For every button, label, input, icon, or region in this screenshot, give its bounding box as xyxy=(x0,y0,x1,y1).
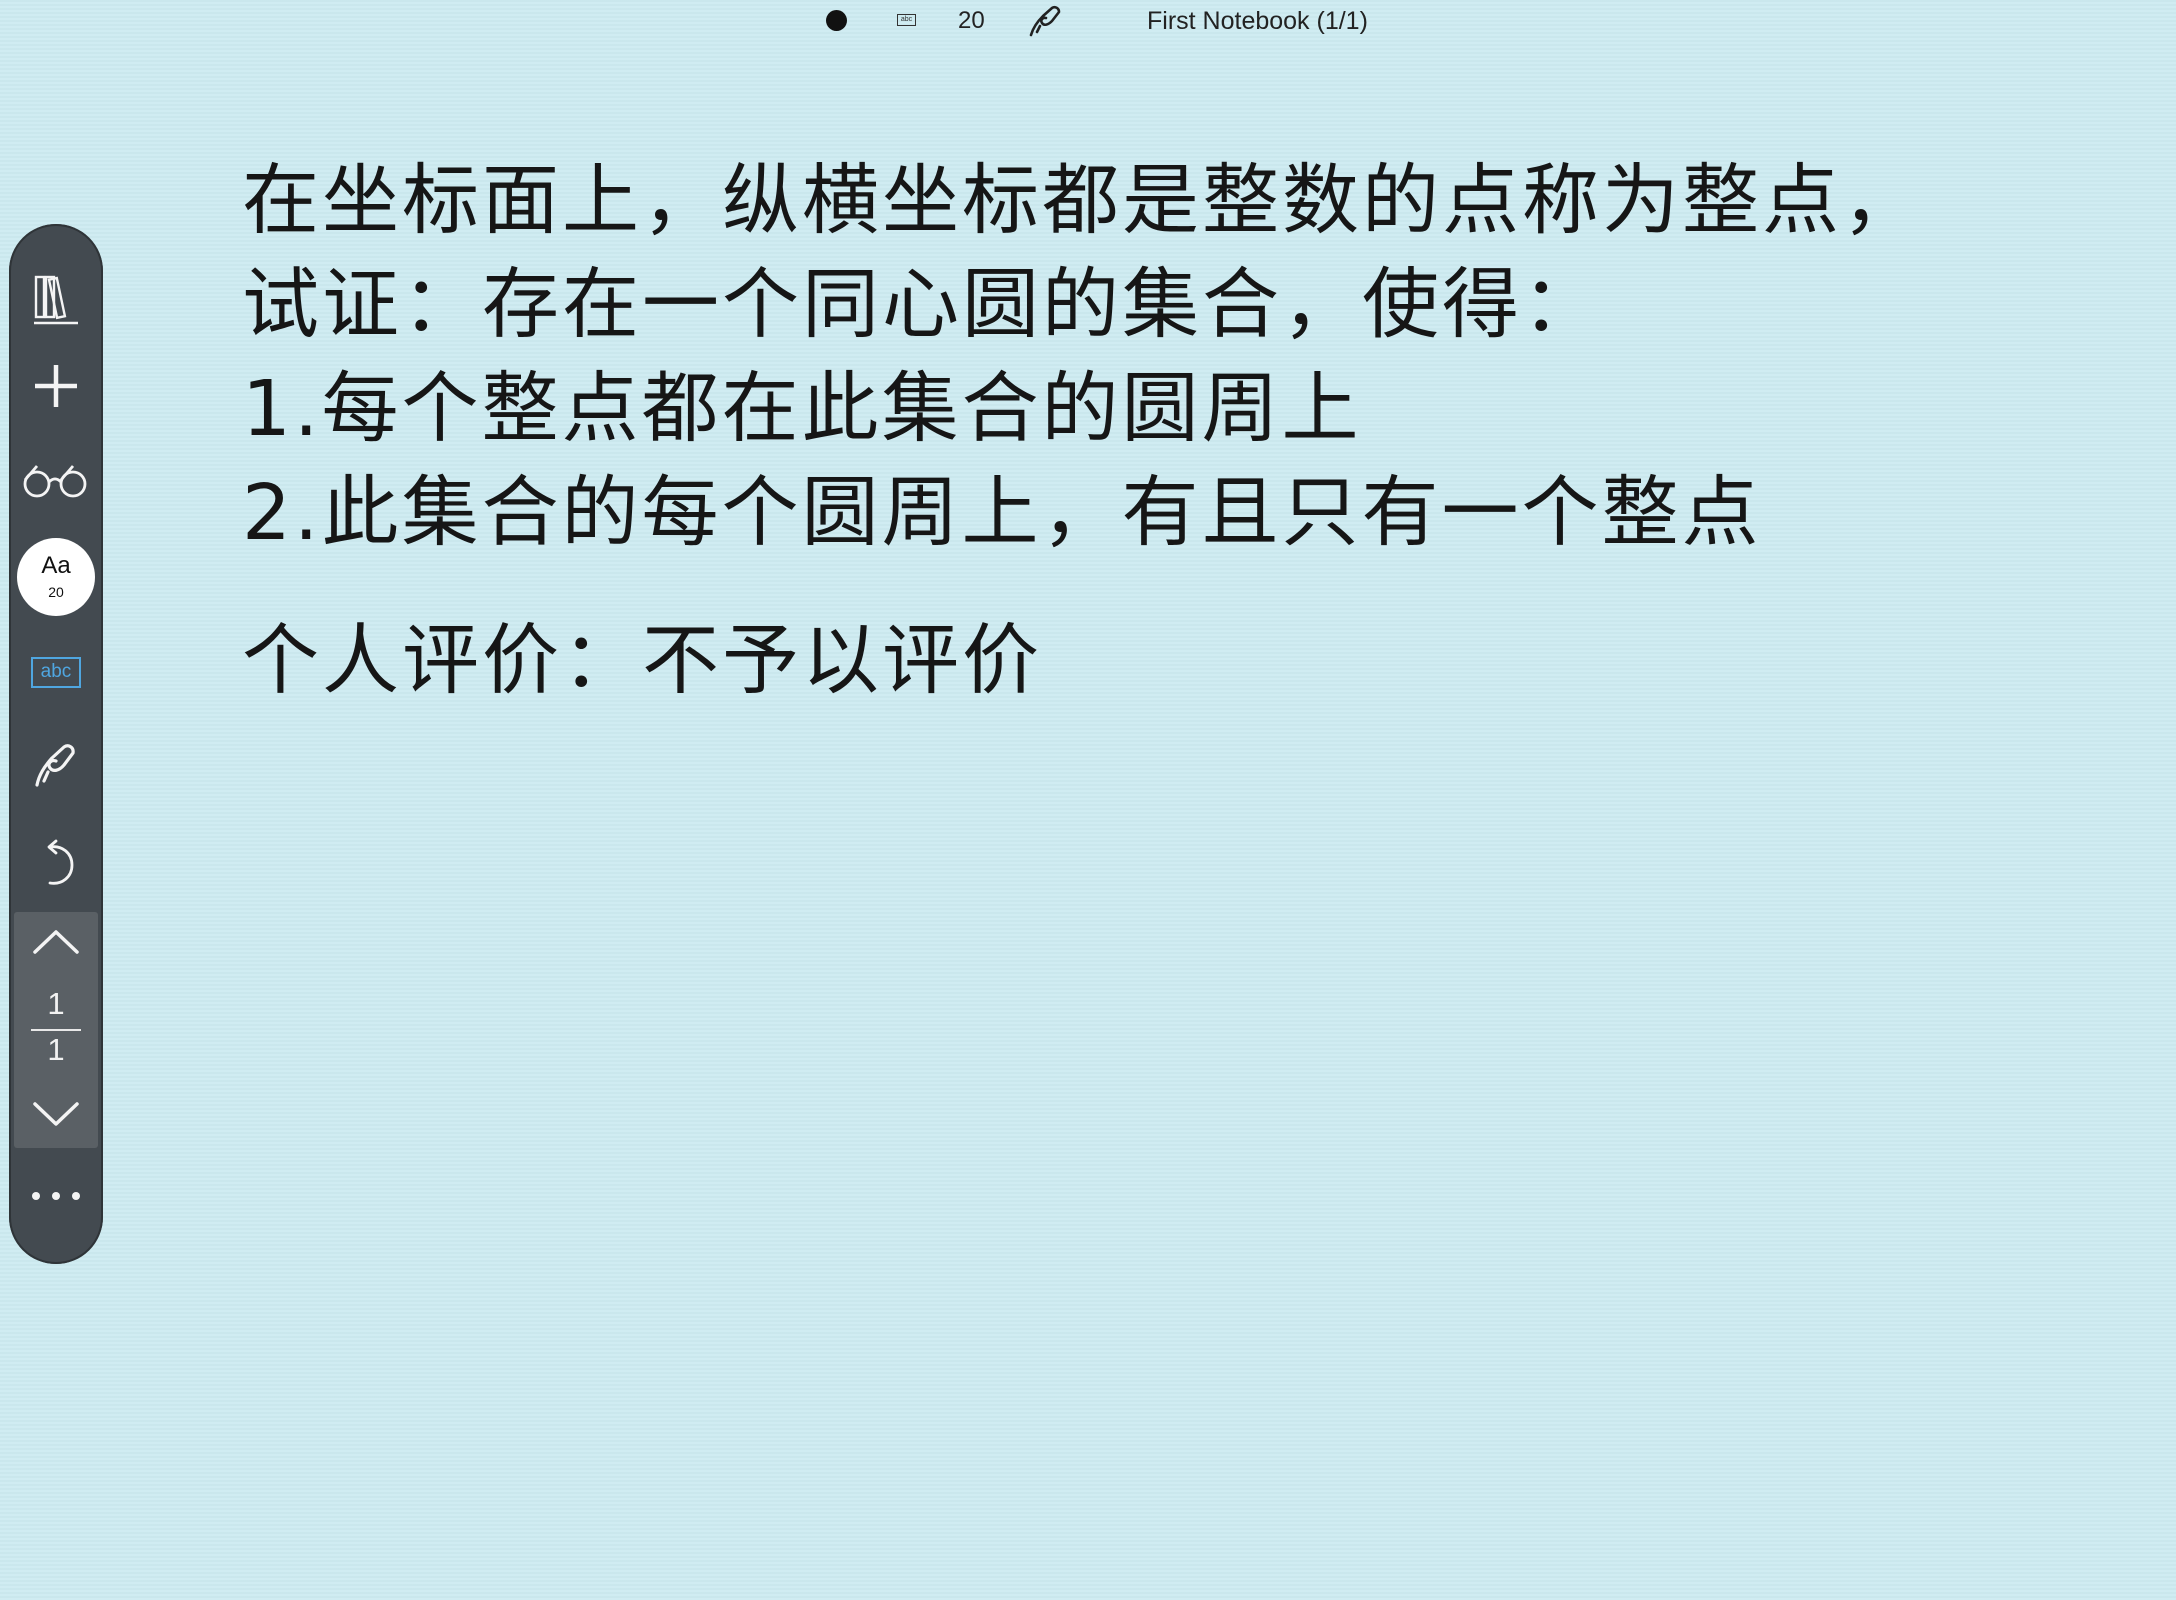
undo-icon xyxy=(36,839,76,889)
pen-icon[interactable] xyxy=(1028,4,1064,38)
status-bar: abc 20 First Notebook (1/1) xyxy=(0,0,2176,46)
note-line: 试证：存在一个同心圆的集合，使得： xyxy=(242,261,1602,350)
total-page-count: 1 xyxy=(47,1032,65,1067)
note-line: 2.此集合的每个圆周上，有且只有一个整点 xyxy=(242,469,1762,558)
read-mode-button[interactable] xyxy=(9,442,103,522)
books-icon xyxy=(32,273,80,327)
chevron-down-icon xyxy=(32,1100,80,1132)
note-content[interactable]: 在坐标面上，纵横坐标都是整数的点称为整点， 试证：存在一个同心圆的集合，使得： … xyxy=(242,150,2042,714)
chevron-up-icon xyxy=(32,928,80,960)
pen-icon xyxy=(31,741,81,791)
font-settings-button[interactable]: Aa 20 xyxy=(17,538,95,616)
more-button[interactable] xyxy=(9,1156,103,1236)
text-mode-icon[interactable]: abc xyxy=(897,14,916,26)
notebook-title[interactable]: First Notebook (1/1) xyxy=(1147,7,1368,36)
page-fraction-divider xyxy=(31,1029,81,1031)
font-size-indicator[interactable]: 20 xyxy=(958,7,985,35)
glasses-icon xyxy=(21,462,91,502)
font-button-size: 20 xyxy=(48,584,64,600)
note-line: 1.每个整点都在此集合的圆周上 xyxy=(242,365,1362,454)
note-line-comment: 个人评价：不予以评价 xyxy=(242,617,1042,706)
text-recognition-button[interactable]: abc xyxy=(9,632,103,712)
next-page-button[interactable] xyxy=(14,1084,98,1148)
previous-page-button[interactable] xyxy=(14,912,98,976)
pen-color-icon[interactable] xyxy=(826,10,847,31)
plus-icon xyxy=(33,363,79,409)
font-button-label: Aa xyxy=(41,552,71,579)
side-toolbar: Aa 20 abc 1 1 xyxy=(9,224,103,1264)
page-navigator: 1 1 xyxy=(14,912,98,1148)
undo-button[interactable] xyxy=(9,824,103,904)
abc-label: abc xyxy=(31,656,81,688)
more-dots-icon xyxy=(31,1191,81,1201)
current-page-number: 1 xyxy=(47,986,65,1021)
add-button[interactable] xyxy=(9,346,103,426)
note-line: 在坐标面上，纵横坐标都是整数的点称为整点， xyxy=(242,157,1922,246)
library-button[interactable] xyxy=(9,260,103,340)
pen-tool-button[interactable] xyxy=(9,726,103,806)
